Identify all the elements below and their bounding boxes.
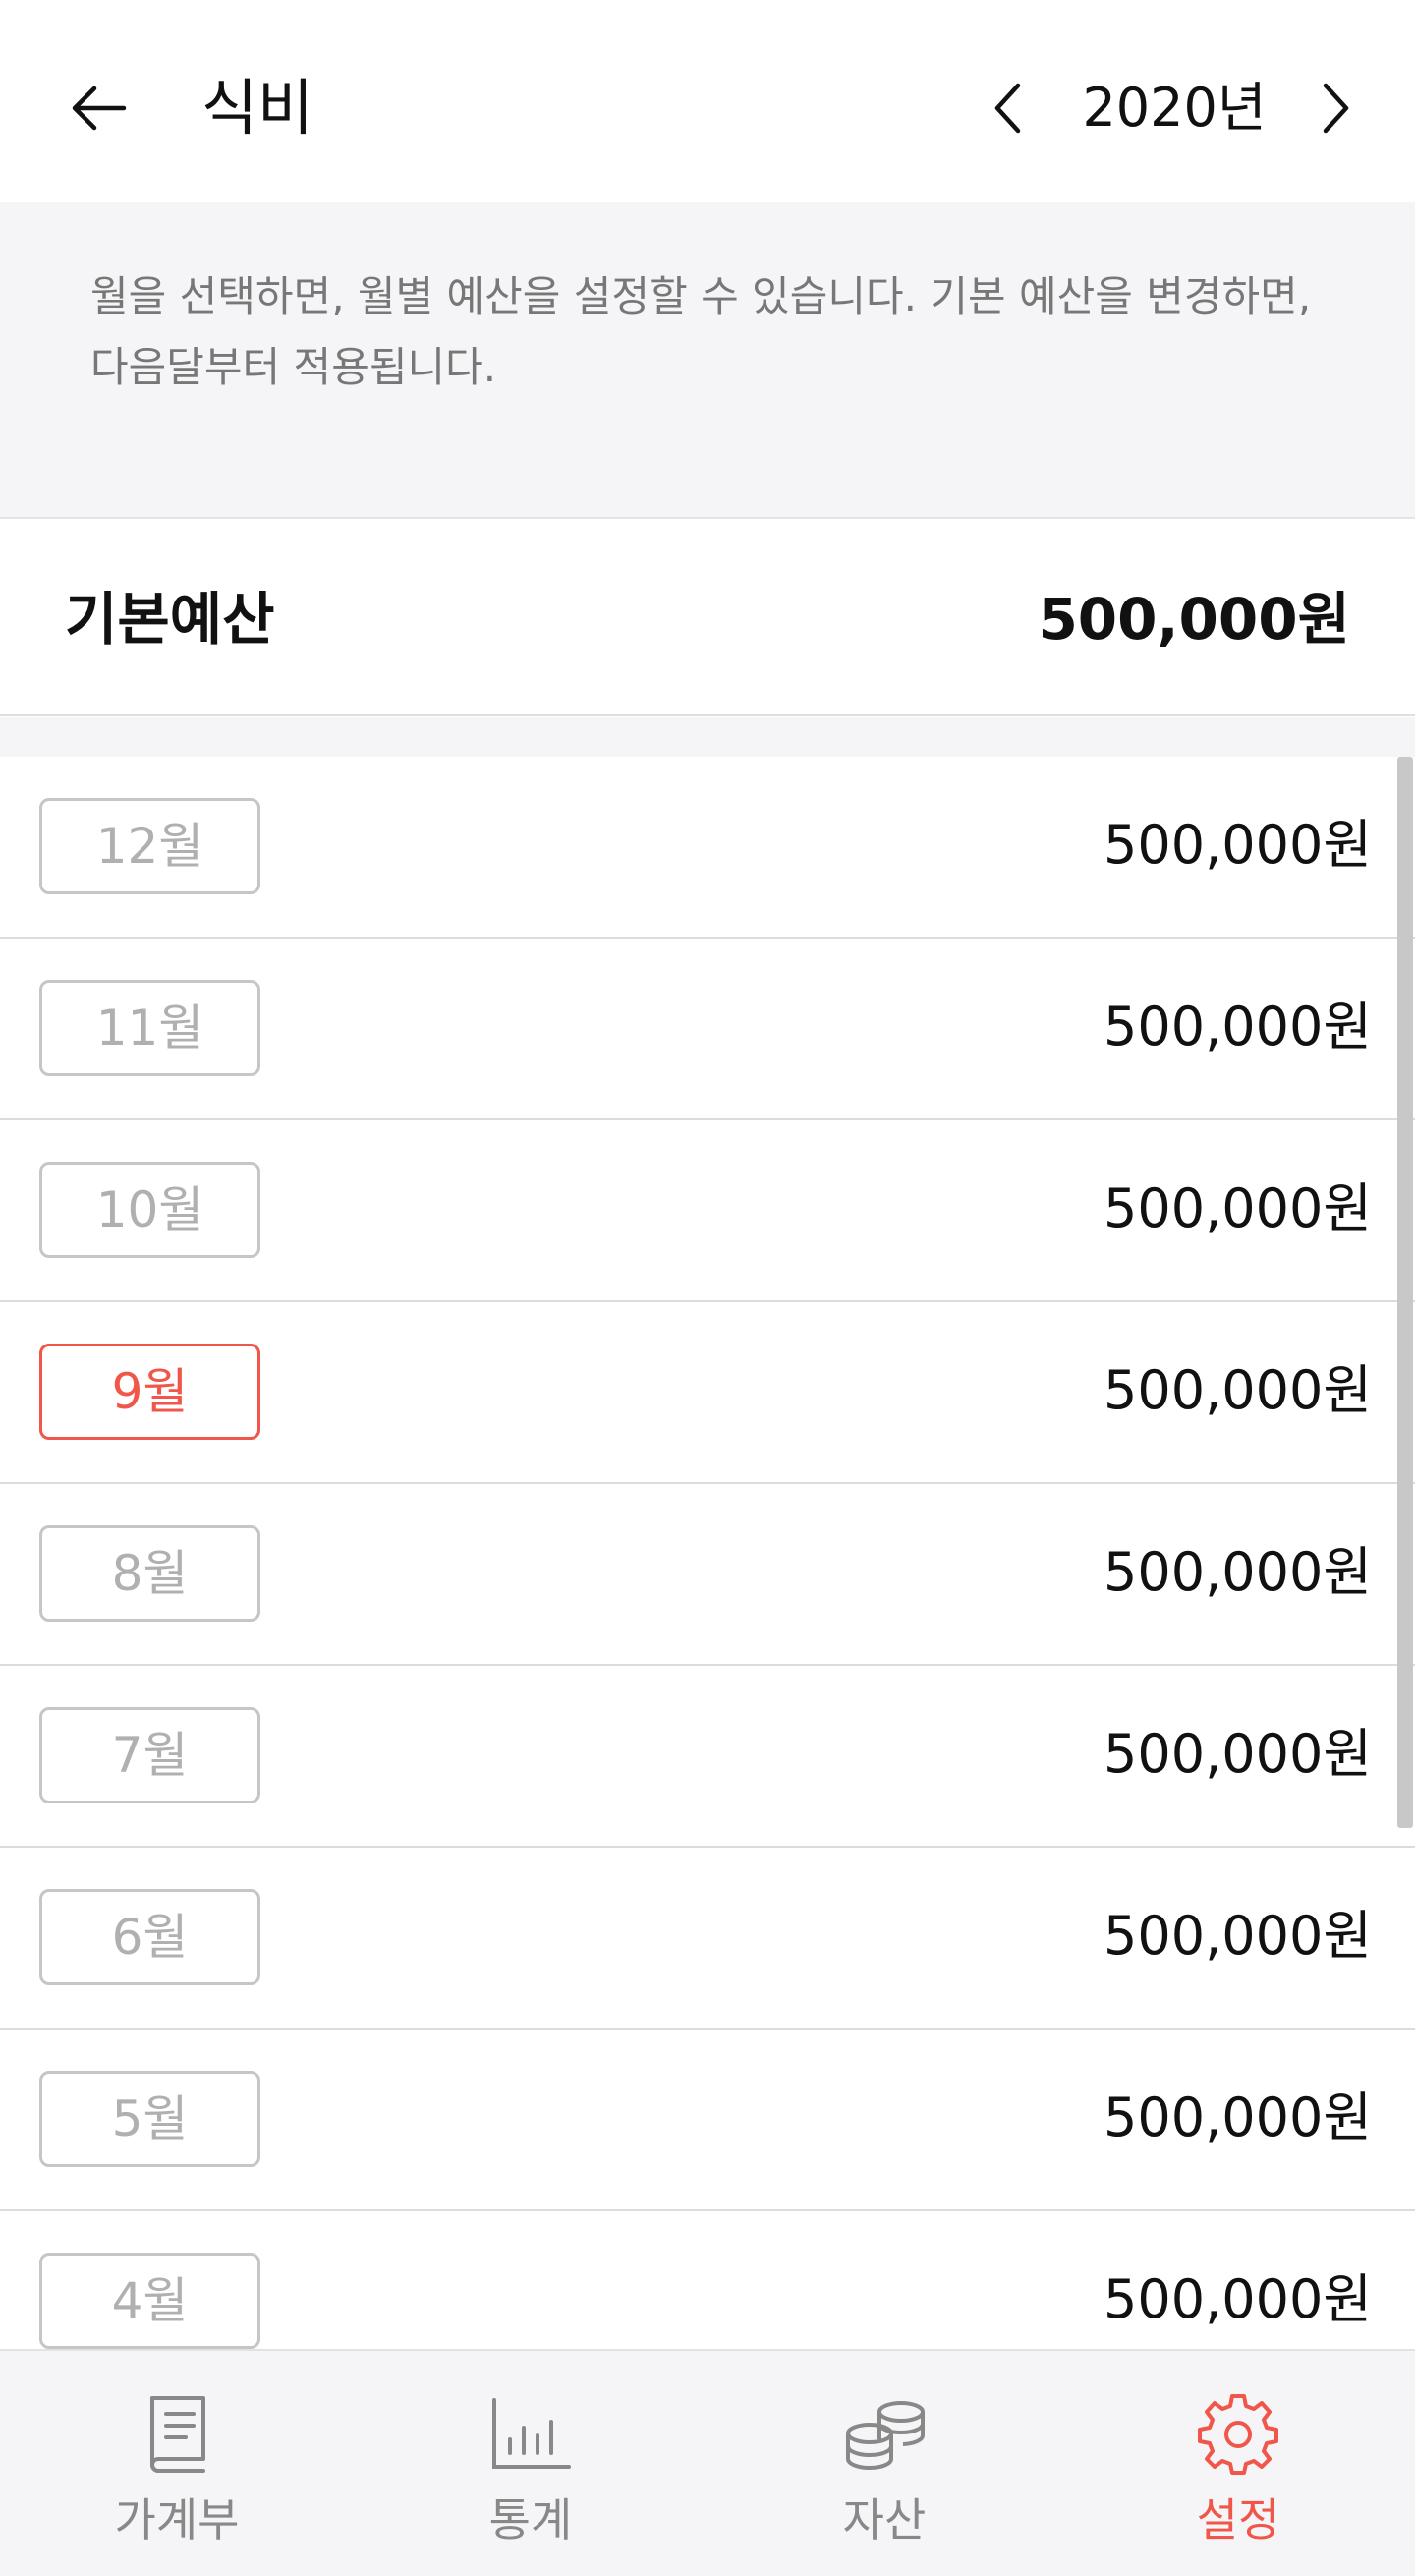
tab-label: 통계 xyxy=(488,2493,573,2547)
month-row[interactable]: 8월 500,000원 xyxy=(0,1484,1415,1666)
tab-label: 설정 xyxy=(1196,2493,1280,2547)
app-header: 식비 2020년 xyxy=(0,0,1415,202)
month-chip[interactable]: 6월 xyxy=(39,1889,260,1985)
month-amount: 500,000원 xyxy=(1104,2087,1372,2148)
tab-assets[interactable]: 자산 xyxy=(708,2351,1061,2576)
month-chip[interactable]: 5월 xyxy=(39,2071,260,2167)
chevron-left-icon xyxy=(994,83,1021,134)
month-amount: 500,000원 xyxy=(1104,2268,1372,2330)
base-budget-value: 500,000원 xyxy=(1038,586,1350,653)
month-budget-list[interactable]: 12월 500,000원 11월 500,000원 10월 500,000원 9… xyxy=(0,757,1415,2349)
previous-year-button[interactable] xyxy=(973,69,1042,147)
tab-statistics[interactable]: 통계 xyxy=(354,2351,708,2576)
month-row[interactable]: 9월 500,000원 xyxy=(0,1302,1415,1484)
tab-ledger[interactable]: 가계부 xyxy=(0,2351,354,2576)
book-icon xyxy=(150,2396,205,2473)
scrollbar[interactable] xyxy=(1397,757,1413,1828)
month-amount: 500,000원 xyxy=(1104,1905,1372,1967)
month-amount: 500,000원 xyxy=(1104,1541,1372,1603)
base-budget-row[interactable]: 기본예산 500,000원 xyxy=(0,521,1415,716)
tab-settings[interactable]: 설정 xyxy=(1061,2351,1415,2576)
month-amount: 500,000원 xyxy=(1104,1359,1372,1421)
month-chip[interactable]: 11월 xyxy=(39,980,260,1076)
chevron-right-icon xyxy=(1323,83,1349,134)
tab-label: 가계부 xyxy=(114,2493,240,2547)
month-chip[interactable]: 9월 xyxy=(39,1344,260,1440)
month-chip[interactable]: 7월 xyxy=(39,1707,260,1803)
month-amount: 500,000원 xyxy=(1104,814,1372,876)
month-amount: 500,000원 xyxy=(1104,996,1372,1058)
month-row[interactable]: 11월 500,000원 xyxy=(0,939,1415,1120)
page-title: 식비 xyxy=(201,72,314,143)
back-button[interactable] xyxy=(59,69,138,147)
base-budget-label: 기본예산 xyxy=(65,586,275,653)
month-chip[interactable]: 10월 xyxy=(39,1162,260,1258)
month-chip[interactable]: 4월 xyxy=(39,2253,260,2349)
year-label: 2020년 xyxy=(1082,77,1267,139)
notice-panel: 월을 선택하면, 월별 예산을 설정할 수 있습니다. 기본 예산을 변경하면,… xyxy=(0,202,1415,519)
month-row[interactable]: 6월 500,000원 xyxy=(0,1848,1415,2030)
month-chip[interactable]: 8월 xyxy=(39,1525,260,1622)
next-year-button[interactable] xyxy=(1302,69,1371,147)
month-row[interactable]: 12월 500,000원 xyxy=(0,757,1415,939)
bar-chart-icon xyxy=(492,2398,571,2469)
month-row[interactable]: 5월 500,000원 xyxy=(0,2030,1415,2211)
month-row[interactable]: 4월 500,000원 xyxy=(0,2211,1415,2349)
month-amount: 500,000원 xyxy=(1104,1177,1372,1239)
month-chip[interactable]: 12월 xyxy=(39,798,260,894)
gear-icon xyxy=(1198,2394,1278,2475)
tab-label: 자산 xyxy=(842,2493,927,2547)
notice-text: 월을 선택하면, 월별 예산을 설정할 수 있습니다. 기본 예산을 변경하면,… xyxy=(90,272,1312,391)
arrow-left-icon xyxy=(72,86,127,131)
month-row[interactable]: 10월 500,000원 xyxy=(0,1120,1415,1302)
bottom-tab-bar: 가계부 통계 자산 설정 xyxy=(0,2349,1415,2576)
coins-icon xyxy=(846,2401,926,2470)
month-row[interactable]: 7월 500,000원 xyxy=(0,1666,1415,1848)
section-divider xyxy=(0,717,1415,757)
month-amount: 500,000원 xyxy=(1104,1723,1372,1785)
